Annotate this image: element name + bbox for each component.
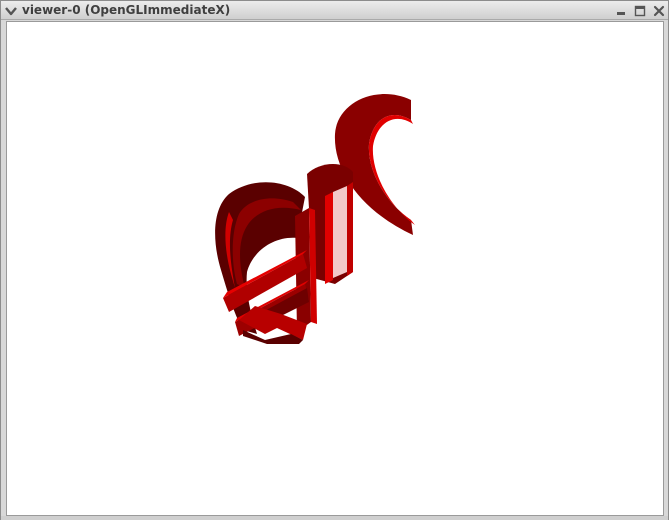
close-button[interactable] — [651, 3, 667, 18]
maximize-icon — [634, 5, 646, 16]
window-title: viewer-0 (OpenGLImmediateX) — [22, 3, 231, 17]
chevron-down-icon — [5, 6, 17, 15]
upright-bar-right-edge — [347, 182, 353, 276]
viewer-window: viewer-0 (OpenGLImmediateX) — [0, 0, 669, 520]
gl-viewport[interactable] — [6, 21, 664, 516]
rendered-3d-model — [215, 94, 415, 344]
minimize-button[interactable] — [613, 3, 629, 18]
upright-bar-edge — [325, 192, 333, 284]
upright-bar-light — [333, 186, 347, 278]
title-bar[interactable]: viewer-0 (OpenGLImmediateX) — [1, 1, 668, 20]
window-menu-button[interactable] — [3, 3, 19, 18]
minimize-icon — [617, 11, 625, 15]
window-bottom-frame — [1, 516, 668, 520]
close-icon — [653, 5, 665, 16]
maximize-button[interactable] — [632, 3, 648, 18]
